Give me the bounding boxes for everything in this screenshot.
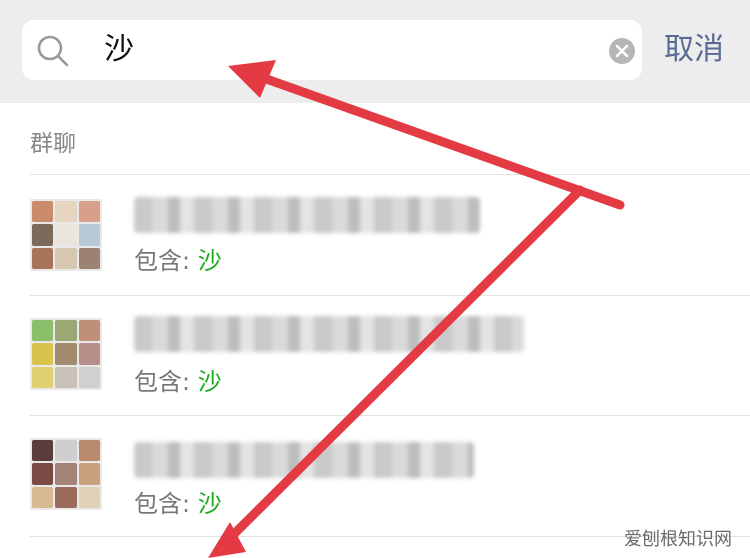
match-keyword: 沙 bbox=[197, 247, 222, 275]
group-avatar bbox=[30, 318, 102, 390]
match-keyword: 沙 bbox=[197, 368, 222, 396]
group-name-redacted bbox=[134, 442, 474, 478]
match-info: 包含: 沙 bbox=[134, 490, 222, 518]
search-query[interactable]: 沙 bbox=[104, 30, 134, 70]
section-title-group-chats: 群聊 bbox=[30, 131, 76, 157]
clear-icon[interactable] bbox=[608, 37, 636, 65]
match-info: 包含: 沙 bbox=[134, 247, 222, 275]
group-chat-result[interactable]: 包含: 沙 bbox=[0, 416, 750, 536]
group-chat-result[interactable]: 包含: 沙 bbox=[0, 175, 750, 295]
search-header: 沙 取消 bbox=[0, 0, 750, 103]
search-input[interactable]: 沙 bbox=[22, 20, 642, 80]
match-keyword: 沙 bbox=[197, 490, 222, 518]
cancel-button[interactable]: 取消 bbox=[664, 30, 724, 70]
group-name-redacted bbox=[134, 316, 524, 352]
match-info: 包含: 沙 bbox=[134, 368, 222, 396]
group-chat-result[interactable]: 包含: 沙 bbox=[0, 296, 750, 416]
watermark: 爱刨根知识网 bbox=[624, 529, 732, 550]
group-name-redacted bbox=[134, 197, 480, 233]
group-avatar bbox=[30, 199, 102, 271]
group-avatar bbox=[30, 438, 102, 510]
search-icon bbox=[37, 35, 69, 67]
